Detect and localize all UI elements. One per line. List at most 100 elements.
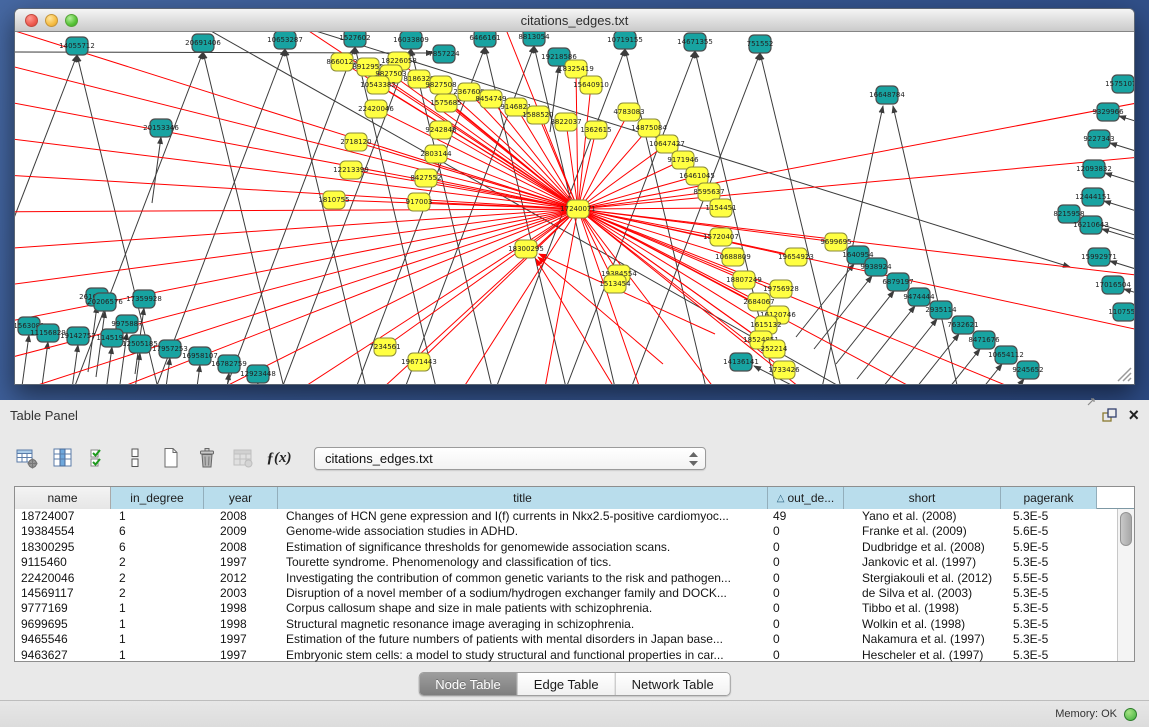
cell-name[interactable]: 9777169 — [15, 601, 111, 616]
cell-title[interactable]: Estimation of the future numbers of pati… — [278, 632, 768, 647]
cell-pagerank[interactable]: 5.3E-5 — [1001, 509, 1097, 524]
minimize-window-button[interactable] — [45, 14, 58, 27]
cell-year[interactable]: 2008 — [204, 540, 278, 555]
cell-pagerank[interactable]: 5.6E-5 — [1001, 524, 1097, 539]
cell-short[interactable]: Stergiakouli et al. (2012) — [844, 571, 1001, 586]
table-row[interactable]: 969969511998Structural magnetic resonanc… — [15, 617, 1134, 632]
tab-edge-table[interactable]: Edge Table — [518, 673, 616, 695]
cell-out_de[interactable]: 0 — [768, 632, 844, 647]
cell-short[interactable]: Wolkin et al. (1998) — [844, 617, 1001, 632]
table-mode-button[interactable] — [14, 445, 40, 471]
cell-short[interactable]: Nakamura et al. (1997) — [844, 632, 1001, 647]
cell-pagerank[interactable]: 5.3E-5 — [1001, 617, 1097, 632]
cell-pagerank[interactable]: 5.3E-5 — [1001, 648, 1097, 663]
cell-in_degree[interactable]: 2 — [111, 586, 204, 601]
cell-name[interactable]: 9115460 — [15, 555, 111, 570]
cell-pagerank[interactable]: 5.5E-5 — [1001, 571, 1097, 586]
tab-node-table[interactable]: Node Table — [419, 673, 518, 695]
cell-out_de[interactable]: 0 — [768, 524, 844, 539]
column-header-name[interactable]: name — [15, 487, 111, 509]
cell-in_degree[interactable]: 2 — [111, 571, 204, 586]
column-header-year[interactable]: year — [204, 487, 278, 509]
cell-out_de[interactable]: 0 — [768, 601, 844, 616]
cell-pagerank[interactable]: 5.3E-5 — [1001, 586, 1097, 601]
column-header-title[interactable]: title — [278, 487, 768, 509]
table-row[interactable]: 1938455462009Genome-wide association stu… — [15, 524, 1134, 539]
cell-out_de[interactable]: 0 — [768, 571, 844, 586]
delete-column-button[interactable] — [194, 445, 220, 471]
cell-name[interactable]: 9463627 — [15, 648, 111, 663]
cell-in_degree[interactable]: 1 — [111, 509, 204, 524]
splitter-resize-icon[interactable] — [1085, 396, 1097, 408]
cell-out_de[interactable]: 0 — [768, 586, 844, 601]
cell-out_de[interactable]: 0 — [768, 555, 844, 570]
table-selector-dropdown[interactable]: citations_edges.txt — [314, 447, 706, 470]
cell-title[interactable]: Embryonic stem cells: a model to study s… — [278, 648, 768, 663]
table-row[interactable]: 911546021997Tourette syndrome. Phenomeno… — [15, 555, 1134, 570]
memory-status-indicator[interactable] — [1124, 708, 1137, 721]
table-row[interactable]: 1830029562008Estimation of significance … — [15, 540, 1134, 555]
select-all-rows-button[interactable] — [86, 445, 112, 471]
table-row[interactable]: 977716911998Corpus callosum shape and si… — [15, 601, 1134, 616]
cell-title[interactable]: Genome-wide association studies in ADHD. — [278, 524, 768, 539]
cell-year[interactable]: 1997 — [204, 632, 278, 647]
cell-title[interactable]: Corpus callosum shape and size in male p… — [278, 601, 768, 616]
cell-in_degree[interactable]: 2 — [111, 555, 204, 570]
table-row[interactable]: 2242004622012Investigating the contribut… — [15, 571, 1134, 586]
tab-network-table[interactable]: Network Table — [616, 673, 730, 695]
cell-short[interactable]: Dudbridge et al. (2008) — [844, 540, 1001, 555]
cell-short[interactable]: Yano et al. (2008) — [844, 509, 1001, 524]
cell-year[interactable]: 1997 — [204, 648, 278, 663]
zoom-window-button[interactable] — [65, 14, 78, 27]
cell-name[interactable]: 22420046 — [15, 571, 111, 586]
cell-out_de[interactable]: 0 — [768, 648, 844, 663]
cell-year[interactable]: 2003 — [204, 586, 278, 601]
cell-in_degree[interactable]: 6 — [111, 540, 204, 555]
cell-short[interactable]: Hescheler et al. (1997) — [844, 648, 1001, 663]
show-columns-button[interactable] — [50, 445, 76, 471]
cell-year[interactable]: 1998 — [204, 601, 278, 616]
cell-in_degree[interactable]: 1 — [111, 617, 204, 632]
cell-in_degree[interactable]: 1 — [111, 648, 204, 663]
network-window-titlebar[interactable]: citations_edges.txt — [15, 9, 1134, 32]
window-resize-grip[interactable] — [1114, 364, 1132, 382]
table-row[interactable]: 1872400712008Changes of HCN gene express… — [15, 509, 1134, 524]
cell-name[interactable]: 9465546 — [15, 632, 111, 647]
cell-name[interactable]: 19384554 — [15, 524, 111, 539]
delete-table-button[interactable] — [230, 445, 256, 471]
new-column-button[interactable] — [158, 445, 184, 471]
table-vertical-scrollbar[interactable] — [1117, 509, 1134, 661]
network-view-window[interactable]: citations_edges.txt 17240071140557122069… — [14, 8, 1135, 385]
row-height-button[interactable] — [122, 445, 148, 471]
cell-year[interactable]: 2009 — [204, 524, 278, 539]
cell-short[interactable]: Franke et al. (2009) — [844, 524, 1001, 539]
cell-title[interactable]: Structural magnetic resonance image aver… — [278, 617, 768, 632]
cell-title[interactable]: Changes of HCN gene expression and I(f) … — [278, 509, 768, 524]
table-row[interactable]: 1456911722003Disruption of a novel membe… — [15, 586, 1134, 601]
cell-pagerank[interactable]: 5.9E-5 — [1001, 540, 1097, 555]
table-row[interactable]: 946554611997Estimation of the future num… — [15, 632, 1134, 647]
cell-title[interactable]: Disruption of a novel member of a sodium… — [278, 586, 768, 601]
cell-pagerank[interactable]: 5.3E-5 — [1001, 601, 1097, 616]
cell-pagerank[interactable]: 5.3E-5 — [1001, 632, 1097, 647]
cell-year[interactable]: 1998 — [204, 617, 278, 632]
cell-out_de[interactable]: 49 — [768, 509, 844, 524]
scrollbar-thumb[interactable] — [1120, 512, 1132, 546]
cell-out_de[interactable]: 0 — [768, 617, 844, 632]
close-panel-icon[interactable]: × — [1128, 406, 1139, 424]
column-header-in_degree[interactable]: in_degree — [111, 487, 204, 509]
cell-name[interactable]: 18300295 — [15, 540, 111, 555]
cell-name[interactable]: 18724007 — [15, 509, 111, 524]
network-canvas[interactable]: 1724007114055712206914061065328715276021… — [15, 32, 1134, 384]
function-builder-button[interactable]: ƒ(x) — [266, 445, 292, 471]
column-header-short[interactable]: short — [844, 487, 1001, 509]
cell-title[interactable]: Estimation of significance thresholds fo… — [278, 540, 768, 555]
cell-name[interactable]: 14569117 — [15, 586, 111, 601]
close-window-button[interactable] — [25, 14, 38, 27]
cell-short[interactable]: Jankovic et al. (1997) — [844, 555, 1001, 570]
column-header-out_de[interactable]: △out_de... — [768, 487, 844, 509]
cell-year[interactable]: 2008 — [204, 509, 278, 524]
cell-title[interactable]: Tourette syndrome. Phenomenology and cla… — [278, 555, 768, 570]
cell-in_degree[interactable]: 1 — [111, 601, 204, 616]
cell-name[interactable]: 9699695 — [15, 617, 111, 632]
